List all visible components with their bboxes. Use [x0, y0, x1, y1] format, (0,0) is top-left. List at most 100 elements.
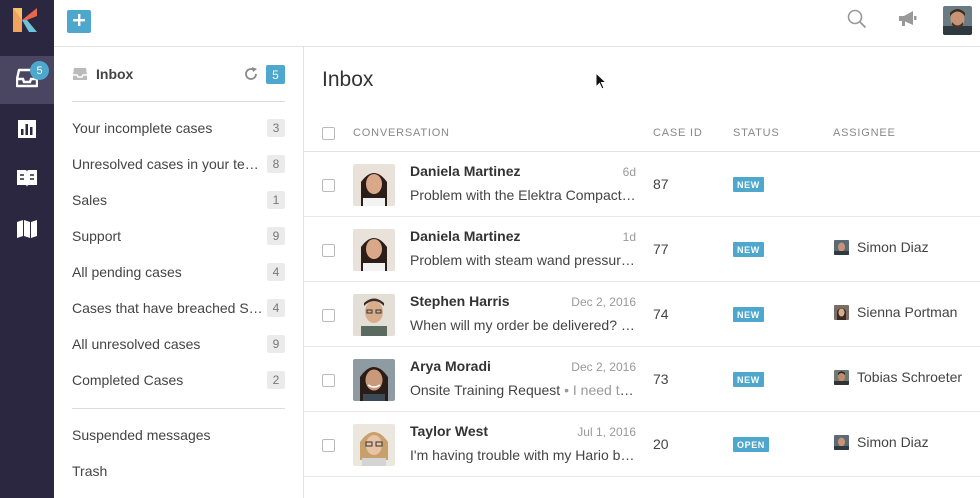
- view-count: 9: [267, 335, 285, 353]
- requester-name: Arya Moradi: [410, 358, 491, 374]
- new-case-button[interactable]: [67, 10, 91, 33]
- assignee-name: Sienna Portman: [857, 304, 958, 320]
- last-updated: Jul 1, 2016: [577, 425, 636, 439]
- rail-reports[interactable]: [0, 107, 54, 155]
- table-row[interactable]: Arya Moradi Dec 2, 2016 Onsite Training …: [304, 347, 980, 412]
- case-id: 73: [653, 371, 669, 387]
- case-subject: When will my order be delivered? • ...: [410, 317, 636, 333]
- view-label: Support: [72, 228, 122, 244]
- rail-inbox[interactable]: 5: [0, 56, 54, 104]
- subject-text: When will my order be delivered?: [410, 317, 617, 333]
- assignee-name: Tobias Schroeter: [857, 369, 963, 385]
- view-your-incomplete-cases[interactable]: Your incomplete cases 3: [72, 116, 285, 140]
- search-button[interactable]: [846, 9, 868, 34]
- inbox-count: 5: [266, 65, 285, 84]
- rail-knowledge-base[interactable]: [0, 156, 54, 204]
- view-label: All pending cases: [72, 264, 182, 280]
- row-checkbox[interactable]: [322, 309, 335, 322]
- views-sidebar: Inbox 5 Your incomplete cases 3 Unresolv…: [54, 47, 304, 498]
- assignee[interactable]: Sienna Portman: [834, 304, 957, 320]
- assignee[interactable]: Tobias Schroeter: [834, 369, 962, 385]
- status-badge: NEW: [733, 177, 764, 192]
- view-label: Trash: [72, 463, 108, 479]
- view-count: 8: [267, 155, 285, 173]
- table-row[interactable]: Taylor West Jul 1, 2016 I'm having troub…: [304, 412, 980, 477]
- last-updated: 1d: [622, 230, 636, 244]
- view-support[interactable]: Support 9: [72, 224, 285, 248]
- requester-name: Stephen Harris: [410, 293, 510, 309]
- view-count: 1: [267, 191, 285, 209]
- requester-name: Daniela Martinez: [410, 163, 521, 179]
- view-breached-sla[interactable]: Cases that have breached SLA 4: [72, 296, 285, 320]
- divider: [72, 101, 285, 102]
- view-label: Your incomplete cases: [72, 120, 213, 136]
- assignee-avatar: [834, 304, 849, 320]
- assignee-avatar: [834, 239, 849, 255]
- sidebar-inbox-header[interactable]: Inbox 5: [72, 64, 285, 86]
- column-header-case-id[interactable]: CASE ID: [653, 127, 703, 139]
- case-list-panel: Inbox CONVERSATION CASE ID STATUS ASSIGN…: [304, 47, 980, 498]
- column-header-assignee[interactable]: ASSIGNEE: [833, 127, 896, 139]
- inbox-tray-icon: [72, 67, 88, 86]
- announcements-button[interactable]: [897, 10, 919, 32]
- column-header-conversation[interactable]: CONVERSATION: [353, 127, 450, 139]
- assignee[interactable]: Simon Diaz: [834, 434, 929, 450]
- row-checkbox[interactable]: [322, 179, 335, 192]
- view-label: Completed Cases: [72, 372, 184, 388]
- assignee-name: Simon Diaz: [857, 239, 929, 255]
- view-count: 4: [267, 263, 285, 281]
- table-row[interactable]: Stephen Harris Dec 2, 2016 When will my …: [304, 282, 980, 347]
- view-label: All unresolved cases: [72, 336, 201, 352]
- map-icon: [16, 219, 38, 244]
- status-badge: OPEN: [733, 437, 769, 452]
- page-title: Inbox: [322, 68, 374, 91]
- case-subject: I'm having trouble with my Hario burr gr…: [410, 447, 636, 463]
- preview-text: • I need training for my staff: [564, 382, 636, 398]
- view-trash[interactable]: Trash: [72, 459, 285, 483]
- select-all-checkbox[interactable]: [322, 127, 335, 140]
- view-suspended-messages[interactable]: Suspended messages: [72, 423, 285, 447]
- rail-map[interactable]: [0, 207, 54, 255]
- view-count: 4: [267, 299, 285, 317]
- last-updated: Dec 2, 2016: [571, 295, 636, 309]
- search-icon: [847, 9, 867, 34]
- view-count: 9: [267, 227, 285, 245]
- view-label: Unresolved cases in your team: [72, 156, 264, 172]
- subject-text: Problem with the Elektra Compact coffee …: [410, 187, 636, 203]
- table-row[interactable]: Daniela Martinez 6d Problem with the Ele…: [304, 152, 980, 217]
- last-updated: 6d: [622, 165, 636, 179]
- view-label: Cases that have breached SLA: [72, 300, 264, 316]
- case-subject: Onsite Training Request • I need trainin…: [410, 382, 636, 398]
- column-header-status[interactable]: STATUS: [733, 127, 780, 139]
- requester-avatar: [353, 294, 395, 336]
- row-checkbox[interactable]: [322, 439, 335, 452]
- view-completed-cases[interactable]: Completed Cases 2: [72, 368, 285, 392]
- requester-name: Taylor West: [410, 423, 489, 439]
- assignee-avatar: [834, 434, 849, 450]
- reports-icon: [17, 119, 37, 144]
- case-id: 77: [653, 241, 669, 257]
- status-badge: NEW: [733, 242, 764, 257]
- user-avatar[interactable]: [943, 6, 972, 35]
- inbox-count-badge: 5: [30, 61, 49, 80]
- requester-avatar: [353, 164, 395, 206]
- app-rail: 5: [0, 0, 54, 498]
- view-sales[interactable]: Sales 1: [72, 188, 285, 212]
- view-all-pending-cases[interactable]: All pending cases 4: [72, 260, 285, 284]
- case-id: 74: [653, 306, 669, 322]
- view-all-unresolved-cases[interactable]: All unresolved cases 9: [72, 332, 285, 356]
- view-unresolved-cases-team[interactable]: Unresolved cases in your team 8: [72, 152, 285, 176]
- refresh-icon[interactable]: [243, 66, 259, 87]
- row-checkbox[interactable]: [322, 374, 335, 387]
- view-label: Suspended messages: [72, 427, 211, 443]
- status-badge: NEW: [733, 372, 764, 387]
- requester-avatar: [353, 424, 395, 466]
- last-updated: Dec 2, 2016: [571, 360, 636, 374]
- subject-text: Problem with steam wand pressure: [410, 252, 629, 268]
- kayako-logo-icon[interactable]: [13, 8, 37, 32]
- case-subject: Problem with the Elektra Compact coffee …: [410, 187, 636, 203]
- assignee[interactable]: Simon Diaz: [834, 239, 929, 255]
- table-row[interactable]: Daniela Martinez 1d Problem with steam w…: [304, 217, 980, 282]
- view-count: 3: [267, 119, 285, 137]
- row-checkbox[interactable]: [322, 244, 335, 257]
